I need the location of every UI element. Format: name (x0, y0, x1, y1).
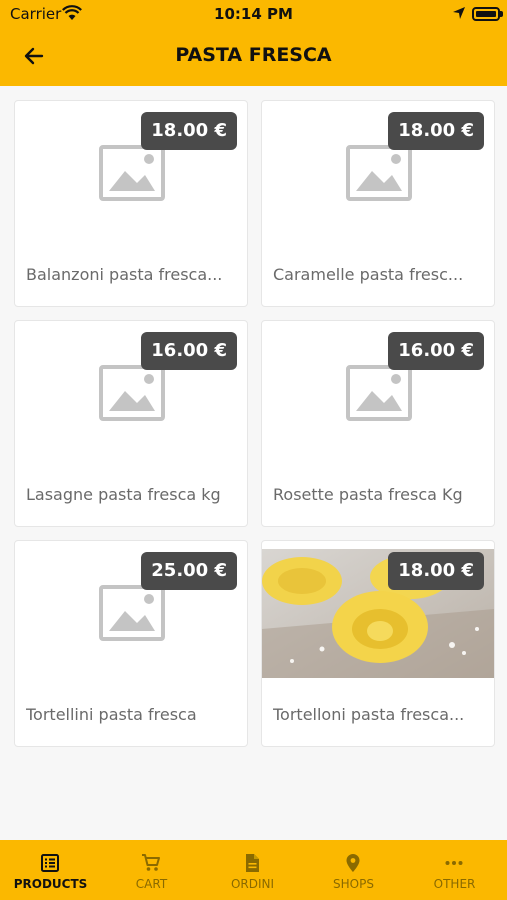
image-placeholder-icon (346, 365, 412, 421)
tab-label: PRODUCTS (13, 877, 88, 891)
app-header: Carrier 10:14 PM PASTA FRESCA (0, 0, 507, 86)
product-name: Tortelloni pasta fresca... (273, 705, 465, 724)
bottom-tab-bar: PRODUCTS CART ORDINI SHOPS OTHER (0, 840, 507, 900)
product-card[interactable]: 25.00 € Tortellini pasta fresca (14, 540, 248, 747)
tab-products[interactable]: PRODUCTS (0, 840, 101, 900)
product-card[interactable]: 18.00 € Balanzoni pasta fresca... (14, 100, 248, 307)
price-badge: 16.00 € (388, 332, 484, 370)
tab-shops[interactable]: SHOPS (303, 840, 404, 900)
product-card[interactable]: 18.00 € Caramelle pasta fresc... (261, 100, 495, 307)
price-badge: 25.00 € (141, 552, 237, 590)
product-name: Tortellini pasta fresca (26, 705, 197, 724)
image-placeholder-icon (99, 145, 165, 201)
tab-label: CART (135, 877, 168, 891)
tab-label: SHOPS (333, 877, 374, 891)
status-time: 10:14 PM (214, 5, 293, 23)
list-icon (41, 854, 59, 872)
tab-label: OTHER (433, 877, 476, 891)
location-pin-icon (346, 854, 360, 872)
price-badge: 18.00 € (388, 112, 484, 150)
price-badge: 18.00 € (388, 552, 484, 590)
page-title: PASTA FRESCA (175, 44, 332, 66)
product-card[interactable]: 18.00 € Tortelloni pasta fresca... (261, 540, 495, 747)
tab-other[interactable]: OTHER (404, 840, 505, 900)
document-icon (246, 854, 259, 872)
price-badge: 16.00 € (141, 332, 237, 370)
more-dots-icon (445, 861, 463, 865)
product-name: Balanzoni pasta fresca... (26, 265, 223, 284)
product-card[interactable]: 16.00 € Rosette pasta fresca Kg (261, 320, 495, 527)
product-grid: 18.00 € Balanzoni pasta fresca... 18.00 … (0, 86, 507, 840)
product-name: Lasagne pasta fresca kg (26, 485, 221, 504)
battery-icon (472, 7, 500, 21)
price-badge: 18.00 € (141, 112, 237, 150)
tab-cart[interactable]: CART (101, 840, 202, 900)
product-card[interactable]: 16.00 € Lasagne pasta fresca kg (14, 320, 248, 527)
product-name: Caramelle pasta fresc... (273, 265, 464, 284)
image-placeholder-icon (99, 585, 165, 641)
battery-tip (500, 11, 503, 17)
tab-ordini[interactable]: ORDINI (202, 840, 303, 900)
product-name: Rosette pasta fresca Kg (273, 485, 463, 504)
cart-icon (142, 854, 160, 871)
status-bar: Carrier 10:14 PM (0, 0, 507, 28)
tab-label: ORDINI (230, 877, 275, 891)
location-arrow-icon (453, 7, 465, 19)
image-placeholder-icon (99, 365, 165, 421)
image-placeholder-icon (346, 145, 412, 201)
